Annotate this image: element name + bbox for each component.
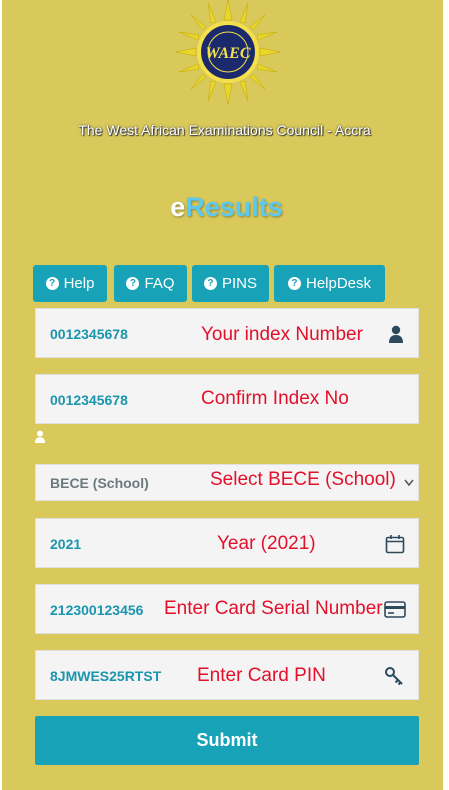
logo-text: WAEC	[205, 45, 250, 62]
helpdesk-button[interactable]: ? HelpDesk	[274, 265, 385, 302]
key-icon	[385, 667, 403, 686]
year-annotation: Year (2021)	[217, 533, 316, 554]
helpdesk-button-label: HelpDesk	[305, 275, 372, 292]
card-serial-value: 212300123456	[50, 602, 144, 618]
card-pin-value: 8JMWES25RTST	[50, 668, 162, 684]
question-circle-icon: ?	[45, 277, 59, 290]
page-title: eResults	[2, 192, 449, 223]
waec-logo: WAEC	[176, 0, 280, 104]
chevron-down-icon	[404, 479, 414, 487]
page: WAEC The West African Examinations Counc…	[0, 0, 449, 790]
title-prefix: e	[170, 192, 186, 222]
user-icon	[389, 325, 403, 343]
submit-button[interactable]: Submit	[35, 716, 419, 765]
exam-type-annotation: Select BECE (School)	[210, 469, 396, 490]
pins-button-label: PINS	[221, 275, 257, 292]
question-circle-icon: ?	[287, 277, 301, 290]
help-button[interactable]: ? Help	[33, 265, 107, 302]
question-circle-icon: ?	[126, 277, 140, 290]
exam-type-value: BECE (School)	[50, 475, 149, 491]
index-number-annotation: Your index Number	[201, 324, 363, 345]
calendar-icon	[385, 535, 405, 554]
confirm-index-annotation: Confirm Index No	[201, 388, 349, 409]
pins-button[interactable]: ? PINS	[192, 265, 269, 302]
index-number-value: 0012345678	[50, 326, 128, 342]
card-serial-annotation: Enter Card Serial Number	[164, 598, 383, 619]
credit-card-icon	[384, 601, 406, 618]
year-value: 2021	[50, 536, 82, 552]
faq-button[interactable]: ? FAQ	[114, 265, 187, 302]
card-pin-annotation: Enter Card PIN	[197, 665, 326, 686]
user-icon	[34, 430, 46, 443]
title-main: Results	[185, 192, 283, 222]
results-panel: WAEC The West African Examinations Counc…	[2, 0, 443, 790]
confirm-index-value: 0012345678	[50, 392, 128, 408]
help-button-label: Help	[63, 275, 95, 292]
council-name: The West African Examinations Council - …	[78, 122, 371, 138]
faq-button-label: FAQ	[144, 275, 175, 292]
question-circle-icon: ?	[203, 277, 217, 290]
